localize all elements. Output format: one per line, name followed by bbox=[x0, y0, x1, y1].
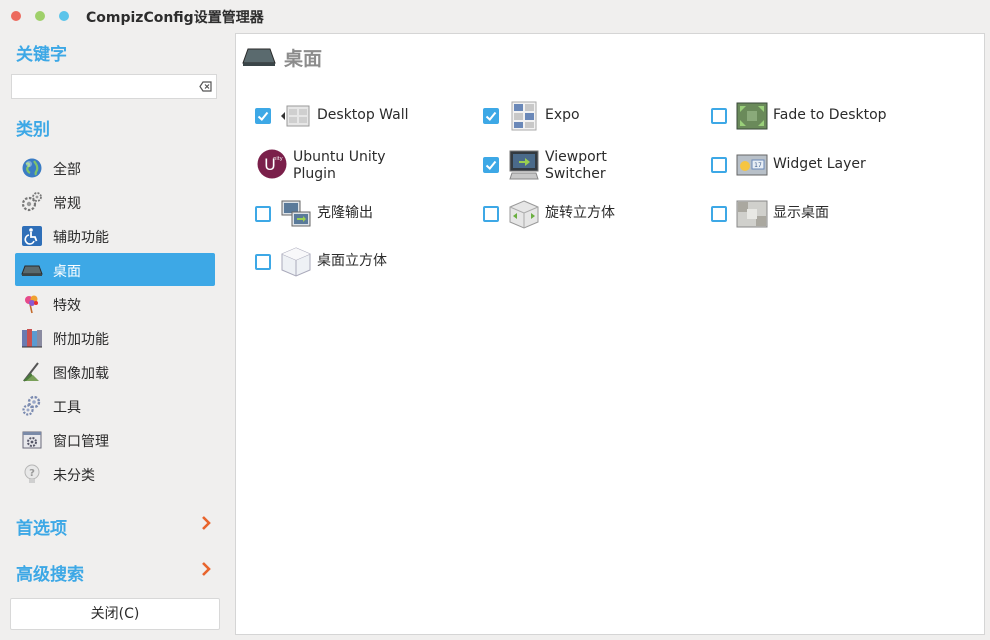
window-title: CompizConfig设置管理器 bbox=[86, 10, 264, 26]
category-label: 特效 bbox=[53, 298, 81, 314]
plugin-checkbox[interactable] bbox=[255, 206, 271, 222]
category-label: 未分类 bbox=[53, 468, 95, 484]
clear-search-icon[interactable] bbox=[199, 81, 212, 92]
plugin-label: Expo bbox=[545, 107, 580, 123]
plugin-label: Widget Layer bbox=[773, 156, 866, 172]
category-label: 全部 bbox=[53, 162, 81, 178]
keyword-heading: 关键字 bbox=[16, 45, 67, 65]
plugin-checkbox[interactable] bbox=[255, 108, 271, 124]
chevron-right-icon[interactable] bbox=[201, 515, 211, 531]
show-desktop-icon bbox=[736, 200, 768, 228]
plugin-label: Viewport Switcher bbox=[545, 149, 607, 182]
desktop-cube-icon bbox=[281, 247, 311, 277]
category-label: 常规 bbox=[53, 196, 81, 212]
category-label: 附加功能 bbox=[53, 332, 109, 348]
desktop-icon bbox=[21, 265, 43, 276]
widget-layer-icon: 17 bbox=[736, 154, 768, 176]
check-icon bbox=[485, 111, 497, 121]
category-label: 桌面 bbox=[53, 264, 81, 280]
svg-text:?: ? bbox=[29, 468, 35, 479]
fade-to-desktop-icon bbox=[736, 102, 768, 130]
plugin-label: Desktop Wall bbox=[317, 107, 409, 123]
window-icon bbox=[22, 431, 42, 449]
category-extras[interactable]: 附加功能 bbox=[15, 321, 215, 354]
svg-text:17: 17 bbox=[754, 162, 762, 169]
category-label: 图像加载 bbox=[53, 366, 109, 382]
effects-icon bbox=[25, 295, 38, 314]
category-heading: 类别 bbox=[16, 120, 50, 140]
globe-icon bbox=[22, 158, 42, 178]
category-uncategorized[interactable]: ? 未分类 bbox=[15, 457, 215, 490]
category-label: 窗口管理 bbox=[53, 434, 109, 450]
plugin-checkbox[interactable] bbox=[711, 206, 727, 222]
tools-icon bbox=[22, 395, 41, 416]
window-minimize-button[interactable] bbox=[35, 11, 45, 21]
books-icon bbox=[22, 329, 42, 348]
plugin-label: 显示桌面 bbox=[773, 205, 829, 221]
clone-output-icon bbox=[281, 200, 311, 227]
unity-icon: U nity bbox=[257, 149, 287, 179]
chevron-right-icon[interactable] bbox=[201, 561, 211, 577]
image-icon bbox=[23, 362, 39, 382]
accessibility-icon bbox=[22, 226, 42, 246]
plugin-label: Ubuntu Unity Plugin bbox=[293, 149, 386, 182]
category-utility[interactable]: 工具 bbox=[15, 389, 215, 422]
close-button[interactable]: 关闭(C) bbox=[10, 598, 220, 630]
category-general[interactable]: 常规 bbox=[15, 185, 215, 218]
plugin-checkbox[interactable] bbox=[483, 108, 499, 124]
advanced-search-heading[interactable]: 高级搜索 bbox=[16, 560, 84, 585]
category-effects[interactable]: 特效 bbox=[15, 287, 215, 320]
category-desktop[interactable]: 桌面 bbox=[15, 253, 215, 286]
category-all[interactable]: 全部 bbox=[15, 151, 215, 184]
main-panel: 桌面 Desktop Wall Expo Fade to Desktop U n… bbox=[235, 33, 985, 635]
rotate-cube-icon bbox=[509, 200, 539, 229]
category-accessibility[interactable]: 辅助功能 bbox=[15, 219, 215, 252]
plugin-checkbox[interactable] bbox=[483, 157, 499, 173]
window-close-button[interactable] bbox=[11, 11, 21, 21]
category-label: 工具 bbox=[53, 400, 81, 416]
title-bar: CompizConfig设置管理器 bbox=[0, 0, 990, 32]
expo-icon bbox=[511, 101, 537, 131]
question-icon: ? bbox=[24, 464, 40, 483]
plugin-label: 克隆输出 bbox=[317, 205, 373, 221]
plugin-checkbox[interactable] bbox=[255, 254, 271, 270]
category-label: 辅助功能 bbox=[53, 230, 109, 246]
preferences-heading[interactable]: 首选项 bbox=[16, 514, 67, 539]
check-icon bbox=[257, 111, 269, 121]
svg-text:nity: nity bbox=[273, 156, 283, 162]
plugin-checkbox[interactable] bbox=[711, 157, 727, 173]
desktop-icon bbox=[242, 48, 276, 66]
page-title: 桌面 bbox=[284, 48, 323, 70]
desktop-wall-icon bbox=[281, 105, 310, 127]
viewport-switcher-icon bbox=[509, 150, 539, 180]
plugin-checkbox[interactable] bbox=[711, 108, 727, 124]
gears-icon bbox=[21, 192, 42, 212]
search-input[interactable] bbox=[11, 74, 217, 99]
plugin-label: Fade to Desktop bbox=[773, 107, 887, 123]
check-icon bbox=[485, 160, 497, 170]
category-window-management[interactable]: 窗口管理 bbox=[15, 423, 215, 456]
window-maximize-button[interactable] bbox=[59, 11, 69, 21]
plugin-checkbox[interactable] bbox=[483, 206, 499, 222]
plugin-label: 旋转立方体 bbox=[545, 205, 615, 221]
plugin-label: 桌面立方体 bbox=[317, 253, 387, 269]
category-image-loading[interactable]: 图像加载 bbox=[15, 355, 215, 388]
